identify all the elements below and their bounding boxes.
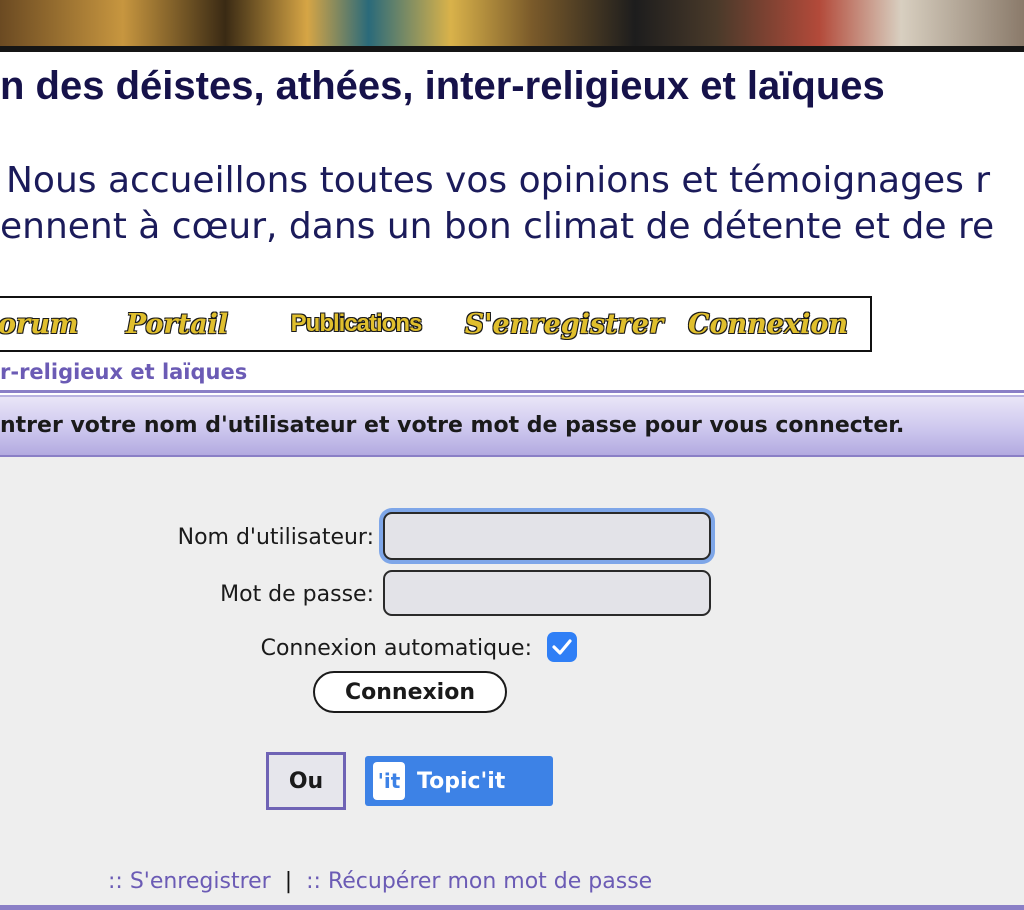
nav-portail[interactable]: Portail: [100, 298, 254, 350]
topicit-label: Topic'it: [417, 768, 506, 794]
topicit-logo-icon: 'it: [373, 762, 405, 800]
or-separator: Ou: [266, 752, 346, 810]
intro-line-1: Nous accueillons toutes vos opinions et …: [6, 160, 991, 201]
password-input[interactable]: [383, 570, 711, 616]
password-label: Mot de passe:: [220, 582, 374, 607]
username-input[interactable]: [383, 512, 711, 560]
footer-separator: |: [284, 869, 293, 894]
autologin-checkbox[interactable]: [547, 632, 577, 662]
login-submit-button[interactable]: Connexion: [313, 671, 507, 713]
site-title: n des déistes, athées, inter-religieux e…: [0, 64, 885, 108]
nav-forum[interactable]: orum: [0, 298, 100, 350]
autologin-label: Connexion automatique:: [260, 636, 532, 661]
nav-publications[interactable]: Publications: [254, 298, 458, 350]
register-link[interactable]: :: S'enregistrer: [108, 869, 271, 894]
main-navbar: orum Portail Publications S'enregistrer …: [0, 296, 872, 352]
topicit-login-button[interactable]: 'it Topic'it: [365, 756, 553, 806]
banner-divider: [0, 46, 1024, 52]
nav-connexion[interactable]: Connexion: [670, 298, 866, 350]
footer-links: :: S'enregistrer |:: Récupérer mon mot de…: [108, 869, 652, 894]
recover-password-link[interactable]: :: Récupérer mon mot de passe: [306, 869, 652, 894]
username-label: Nom d'utilisateur:: [177, 525, 374, 550]
header-banner-image: [0, 0, 1024, 46]
nav-register[interactable]: S'enregistrer: [458, 298, 670, 350]
intro-line-2: ennent à cœur, dans un bon climat de dét…: [0, 206, 995, 247]
breadcrumb[interactable]: r-religieux et laïques: [0, 360, 247, 384]
login-header-bar: ntrer votre nom d'utilisateur et votre m…: [0, 397, 1024, 457]
section-divider: [0, 390, 1024, 393]
login-panel: ntrer votre nom d'utilisateur et votre m…: [0, 395, 1024, 910]
login-instructions: ntrer votre nom d'utilisateur et votre m…: [0, 413, 905, 438]
site-intro: Nous accueillons toutes vos opinions et …: [0, 158, 1024, 250]
checkmark-icon: [552, 639, 572, 655]
